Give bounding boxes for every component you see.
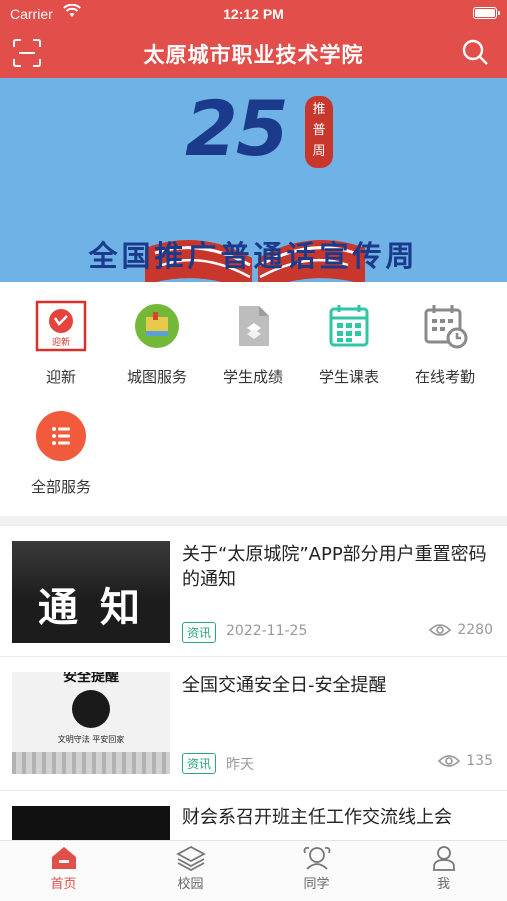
news-date: 2022-11-25 <box>226 623 308 639</box>
grades-document-icon <box>227 300 279 352</box>
person-icon <box>432 846 455 871</box>
page-title: 太原城市职业技术学院 <box>143 43 364 67</box>
service-timetable[interactable]: 学生课表 <box>299 300 399 387</box>
banner-number: 25 <box>185 84 289 173</box>
news-views: 135 <box>438 753 493 769</box>
clock: 12:12 PM <box>223 6 284 22</box>
timetable-icon <box>323 300 375 352</box>
news-item[interactable]: 安全提醒 文明守法 平安回家 全国交通安全日-安全提醒 资讯 昨天 135 <box>0 657 507 791</box>
news-title: 关于“太原城院”APP部分用户重置密码的通知 <box>182 544 487 590</box>
service-grades[interactable]: 学生成绩 <box>203 300 303 387</box>
service-all[interactable]: 全部服务 <box>11 410 111 497</box>
banner-slogan: 全国推广普通话宣传周 <box>88 239 419 273</box>
classmates-icon <box>303 846 330 870</box>
news-title: 全国交通安全日-安全提醒 <box>182 675 387 696</box>
service-welcome[interactable]: 迎新 迎新 <box>11 300 111 387</box>
service-attendance[interactable]: 在线考勤 <box>395 300 495 387</box>
library-icon <box>131 300 183 352</box>
attendance-calendar-icon <box>419 300 471 352</box>
service-label: 城图服务 <box>126 368 187 386</box>
eye-icon <box>438 755 461 767</box>
news-tag: 资讯 <box>182 622 217 643</box>
service-label: 学生成绩 <box>222 368 283 386</box>
tab-me[interactable]: 我 <box>380 845 507 892</box>
service-label: 全部服务 <box>30 478 91 496</box>
promo-banner[interactable]: 25 推 普 周 全国推广普通话宣传周 <box>0 78 507 282</box>
news-title: 财会系召开班主任工作交流线上会 <box>182 807 452 828</box>
eye-icon <box>429 624 452 636</box>
news-thumbnail: 安全提醒 文明守法 平安回家 <box>12 672 170 774</box>
news-thumbnail: 通 知 <box>12 541 170 643</box>
news-item[interactable]: 通 知 关于“太原城院”APP部分用户重置密码的通知 资讯 2022-11-25… <box>0 526 507 657</box>
tab-campus[interactable]: 校园 <box>127 845 254 892</box>
layers-icon <box>175 845 206 871</box>
home-icon <box>51 847 76 869</box>
status-bar: Carrier 12:12 PM <box>0 0 507 28</box>
news-date: 昨天 <box>226 757 254 773</box>
banner-seal: 推 普 周 <box>305 96 333 168</box>
service-library[interactable]: 城图服务 <box>107 300 207 387</box>
tab-classmates[interactable]: 同学 <box>253 845 380 892</box>
service-grid: 迎新 迎新 城图服务 学生成绩 学生课表 在线考勤 全部服务 <box>0 282 507 516</box>
welcome-icon: 迎新 <box>35 300 87 352</box>
tab-home[interactable]: 首页 <box>0 845 127 892</box>
service-label: 在线考勤 <box>414 368 475 386</box>
search-icon[interactable] <box>461 38 489 66</box>
service-label: 迎新 <box>45 368 76 386</box>
list-icon <box>35 410 87 462</box>
service-label: 学生课表 <box>318 368 379 386</box>
tab-bar: 首页 校园 同学 我 <box>0 840 507 901</box>
app-header: 太原城市职业技术学院 <box>0 28 507 78</box>
battery-icon <box>473 7 500 19</box>
welcome-badge: 迎新 <box>51 338 70 348</box>
section-divider <box>0 516 507 526</box>
news-views: 2280 <box>429 622 493 638</box>
news-tag: 资讯 <box>182 753 217 774</box>
